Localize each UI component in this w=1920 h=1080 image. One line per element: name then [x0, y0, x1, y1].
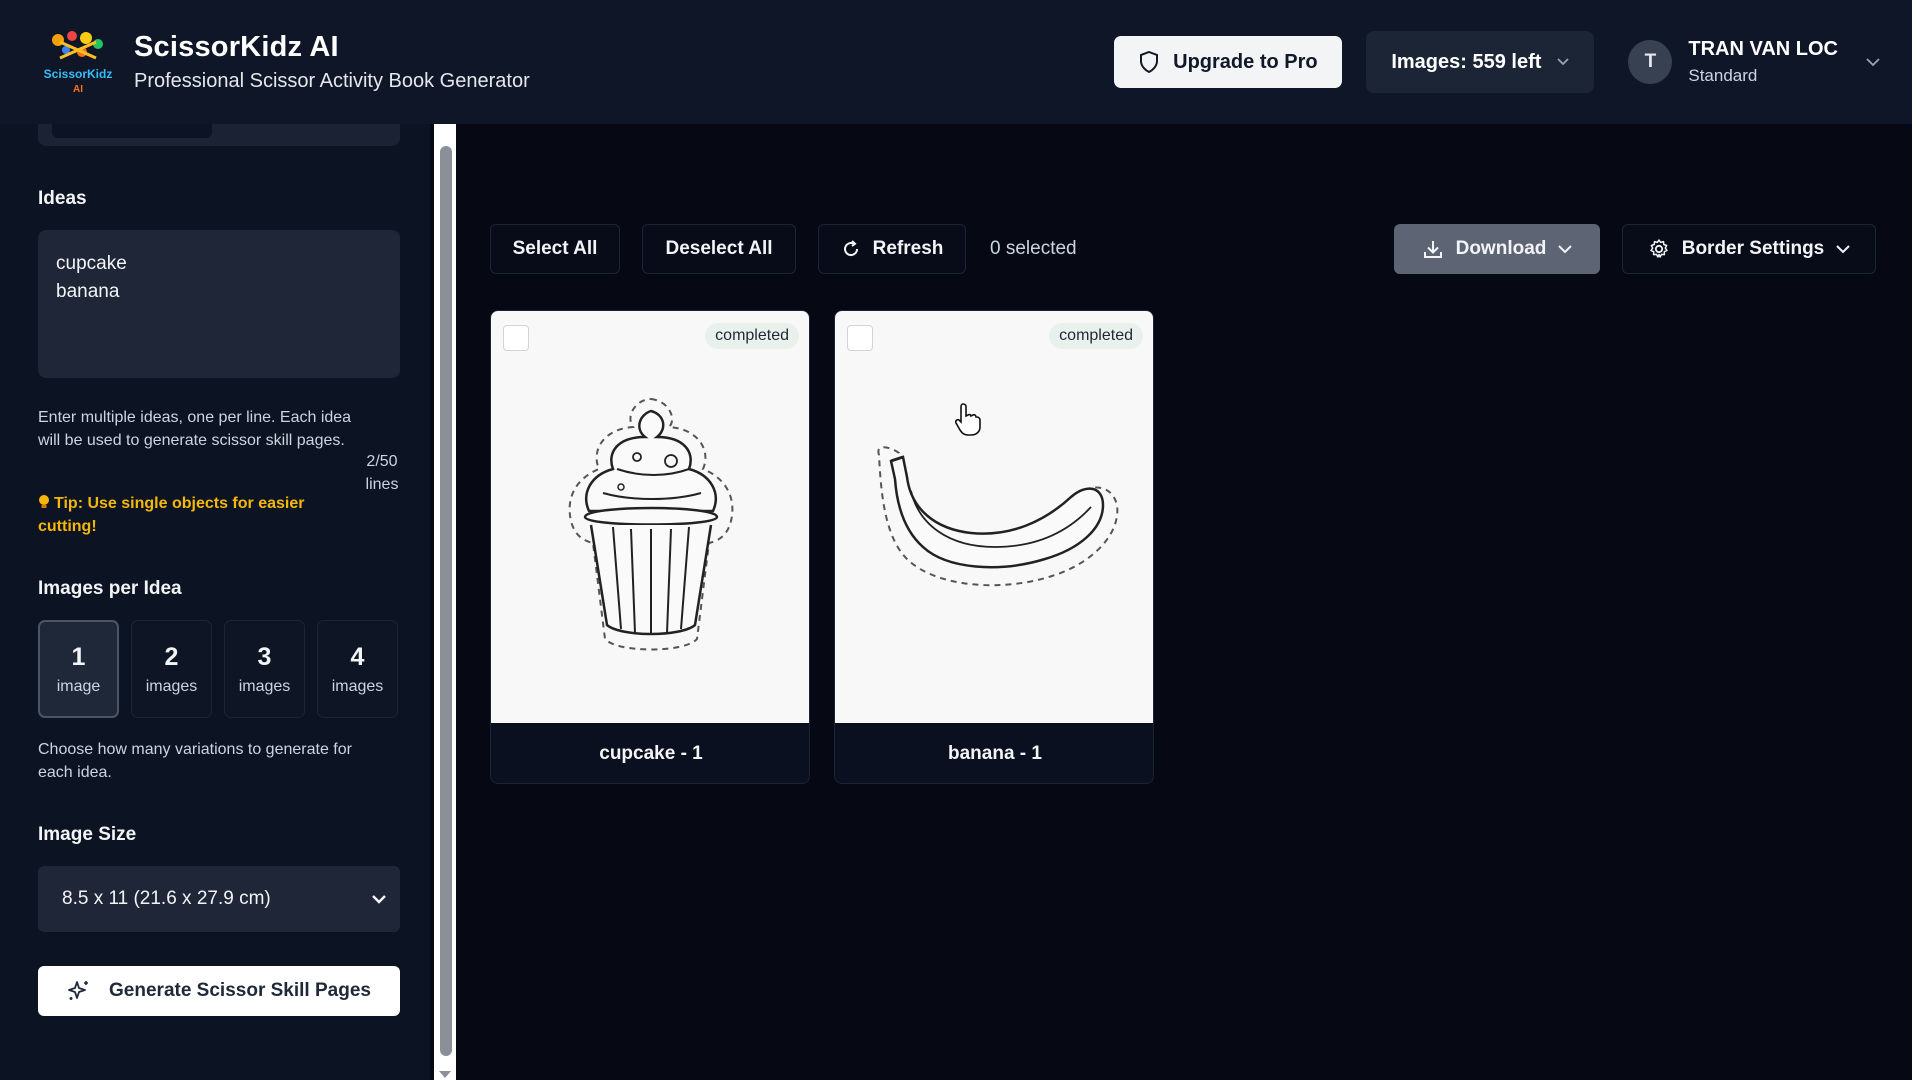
select-all-label: Select All [512, 238, 598, 259]
border-settings-label: Border Settings [1681, 238, 1825, 259]
chevron-down-icon [372, 894, 386, 904]
images-per-idea-option-2[interactable]: 2 images [131, 620, 212, 718]
header-actions: Upgrade to Pro Images: 559 left T TRAN V… [1114, 31, 1880, 93]
svg-text:AI: AI [73, 84, 83, 95]
border-settings-button[interactable]: Border Settings [1622, 224, 1876, 274]
user-info: TRAN VAN LOC Standard [1688, 38, 1838, 86]
sparkles-icon [68, 981, 89, 1000]
image-size-heading: Image Size [38, 824, 137, 845]
app-logo[interactable]: ScissorKidz AI [38, 28, 118, 96]
chevron-down-icon [1558, 244, 1573, 253]
brand: ScissorKidz AI Professional Scissor Acti… [134, 31, 530, 93]
brand-subtitle: Professional Scissor Activity Book Gener… [134, 70, 530, 92]
avatar: T [1628, 40, 1673, 84]
ideas-textarea[interactable]: cupcake banana [38, 230, 400, 378]
line-counter: 2/50 lines [362, 450, 402, 496]
chevron-down-icon [1836, 244, 1850, 253]
status-badge: completed [1049, 323, 1143, 349]
chevron-down-icon [1866, 57, 1880, 66]
ideas-heading: Ideas [38, 188, 87, 209]
results-toolbar: Select All Deselect All Refresh 0 select… [490, 224, 1876, 274]
select-all-button[interactable]: Select All [490, 224, 620, 274]
tip-label: Tip: Use single objects for easier cutti… [38, 495, 305, 535]
card-select-checkbox[interactable] [503, 325, 529, 351]
deselect-all-label: Deselect All [665, 238, 773, 259]
status-badge: completed [705, 323, 799, 349]
sidebar-scrollbar[interactable] [434, 124, 456, 1080]
user-name: TRAN VAN LOC [1688, 38, 1838, 60]
images-per-idea-option-3[interactable]: 3 images [224, 620, 305, 718]
images-per-idea-help: Choose how many variations to generate f… [38, 741, 352, 781]
refresh-label: Refresh [872, 238, 944, 259]
image-size-select[interactable]: 8.5 x 11 (21.6 x 27.9 cm) [38, 866, 400, 932]
shield-icon [1140, 51, 1159, 73]
generate-pages-button[interactable]: Generate Scissor Skill Pages [38, 966, 400, 1016]
line-count-unit: lines [365, 476, 399, 493]
selected-count: 0 selected [990, 238, 1077, 259]
option-number: 2 [164, 642, 179, 671]
images-per-idea-heading: Images per Idea [38, 578, 182, 599]
image-size-value: 8.5 x 11 (21.6 x 27.9 cm) [62, 888, 271, 909]
images-left-dropdown[interactable]: Images: 559 left [1366, 31, 1595, 93]
card-image[interactable]: completed [835, 311, 1153, 723]
banana-illustration-icon [877, 446, 1119, 587]
option-unit: image [56, 677, 101, 695]
option-number: 4 [350, 642, 365, 671]
user-plan: Standard [1688, 66, 1758, 85]
line-count: 2/50 [366, 453, 398, 470]
sidebar: Ideas cupcake banana Enter multiple idea… [0, 124, 430, 1080]
card-select-checkbox[interactable] [847, 325, 873, 351]
option-unit: images [238, 677, 291, 695]
hand-cursor-icon [955, 403, 981, 436]
option-unit: images [331, 677, 384, 695]
card-image[interactable]: completed [491, 311, 809, 723]
images-per-idea-options: 1 image 2 images 3 images 4 images [38, 620, 398, 718]
download-icon [1423, 241, 1442, 258]
images-left-label: Images: 559 left [1391, 50, 1542, 73]
lightbulb-icon [39, 495, 49, 508]
generate-label: Generate Scissor Skill Pages [109, 980, 371, 1001]
app-header: ScissorKidz AI ScissorKidz AI Profession… [0, 0, 1920, 124]
card-title: banana - 1 [948, 743, 1042, 764]
option-unit: images [145, 677, 198, 695]
scroll-down-arrow-icon[interactable] [439, 1071, 451, 1078]
svg-text:ScissorKidz: ScissorKidz [44, 67, 113, 81]
result-card-banana[interactable]: completed banana - 1 [834, 310, 1154, 784]
ideas-help-text: Enter multiple ideas, one per line. Each… [38, 409, 352, 449]
refresh-icon [843, 240, 858, 257]
images-per-idea-option-1[interactable]: 1 image [38, 620, 119, 718]
scrollbar-thumb[interactable] [440, 146, 452, 1056]
card-title: cupcake - 1 [599, 743, 703, 764]
tip-text: Tip: Use single objects for easier cutti… [38, 492, 338, 538]
collapsed-section-stub [38, 124, 400, 146]
cupcake-illustration-icon [568, 397, 734, 651]
option-number: 1 [71, 642, 86, 671]
upgrade-label: Upgrade to Pro [1173, 50, 1318, 73]
window-edge [1912, 0, 1920, 1080]
scissorkidz-logo-icon: ScissorKidz AI [44, 31, 113, 95]
chevron-down-icon [1557, 58, 1570, 66]
deselect-all-button[interactable]: Deselect All [642, 224, 796, 274]
images-per-idea-option-4[interactable]: 4 images [317, 620, 398, 718]
user-menu[interactable]: T TRAN VAN LOC Standard [1628, 38, 1880, 86]
upgrade-to-pro-button[interactable]: Upgrade to Pro [1114, 36, 1343, 88]
download-label: Download [1455, 238, 1547, 259]
gear-icon [1649, 239, 1668, 258]
result-card-cupcake[interactable]: completed cupcake - 1 [490, 310, 810, 784]
download-button[interactable]: Download [1394, 224, 1600, 274]
refresh-button[interactable]: Refresh [818, 224, 966, 274]
brand-title: ScissorKidz AI [134, 31, 339, 63]
option-number: 3 [257, 642, 272, 671]
